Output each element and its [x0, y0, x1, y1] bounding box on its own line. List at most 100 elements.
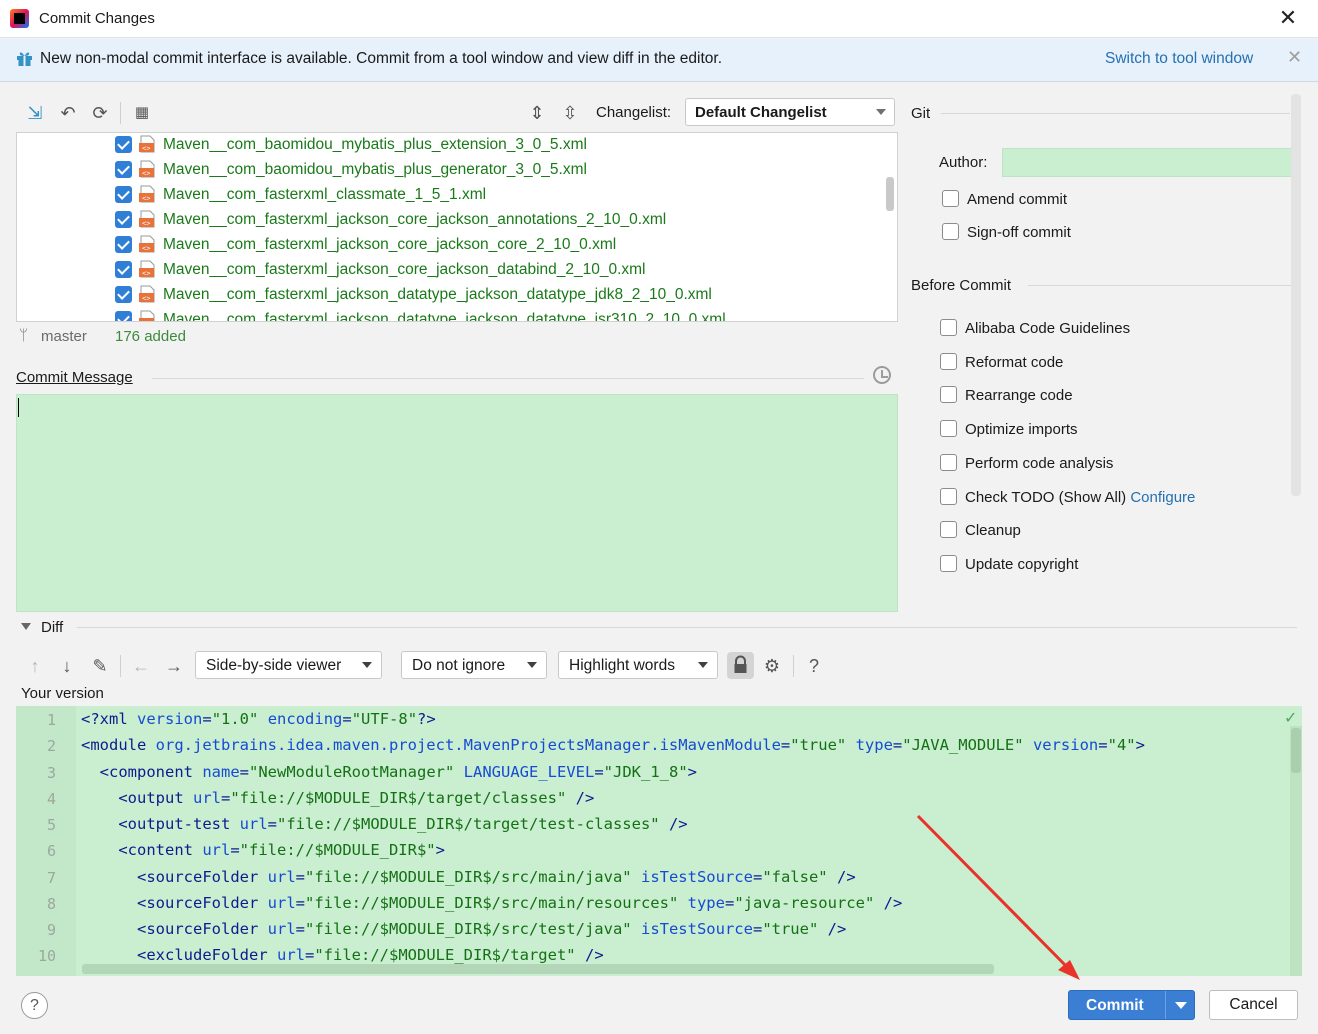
xml-file-icon: <> [139, 285, 155, 303]
lock-scrolling-button[interactable] [727, 652, 754, 679]
rearrange-code-checkbox[interactable] [940, 386, 957, 403]
switch-to-tool-window-link[interactable]: Switch to tool window [1105, 50, 1253, 68]
sign-off-label: Sign-off commit [967, 224, 1071, 241]
lock-icon [734, 655, 747, 673]
previous-difference-icon[interactable]: ↑ [24, 655, 46, 677]
file-checkbox[interactable] [115, 261, 132, 278]
code-line: <output url="file://$MODULE_DIR$/target/… [118, 789, 595, 807]
diff-editor[interactable]: 1 2 3 4 5 6 7 8 9 10 <?xml version="1.0"… [16, 706, 1302, 976]
file-row[interactable]: <> Maven__com_fasterxml_jackson_datatype_… [17, 283, 897, 308]
ignore-policy-dropdown[interactable]: Do not ignore [401, 651, 547, 679]
file-checkbox[interactable] [115, 236, 132, 253]
toolbar-divider [120, 102, 121, 124]
chevron-down-icon [698, 662, 708, 668]
editor-horizontal-scrollbar[interactable] [82, 964, 994, 974]
file-checkbox[interactable] [115, 136, 132, 153]
file-name: Maven__com_baomidou_mybatis_plus_extensi… [163, 136, 587, 153]
configure-link[interactable]: Configure [1130, 489, 1195, 506]
help-button[interactable]: ? [21, 992, 48, 1019]
diff-help-icon[interactable]: ? [803, 655, 825, 677]
editor-vertical-scrollbar[interactable] [1291, 728, 1301, 773]
file-name: Maven__com_fasterxml_jackson_core_jackso… [163, 236, 617, 253]
code-line: <sourceFolder url="file://$MODULE_DIR$/s… [137, 868, 856, 886]
xml-file-icon: <> [139, 235, 155, 253]
check-todo-checkbox[interactable] [940, 488, 957, 505]
previous-file-icon[interactable]: ← [130, 655, 152, 677]
alibaba-guidelines-label: Alibaba Code Guidelines [965, 320, 1131, 337]
tree-scrollbar[interactable] [886, 177, 894, 211]
edit-source-icon[interactable]: ✎ [89, 655, 111, 677]
expand-all-icon[interactable]: ⇕ [526, 102, 548, 124]
intellij-app-icon [10, 9, 29, 28]
optimize-imports-checkbox[interactable] [940, 420, 957, 437]
file-name: Maven__com_fasterxml_jackson_core_jackso… [163, 261, 646, 278]
rollback-icon[interactable]: ↶ [57, 102, 79, 124]
file-checkbox[interactable] [115, 161, 132, 178]
changed-files-tree[interactable]: <> Maven__com_baomidou_mybatis_plus_exten… [16, 132, 898, 322]
update-copyright-checkbox[interactable] [940, 555, 957, 572]
code-line: <excludeFolder url="file://$MODULE_DIR$/… [137, 946, 604, 964]
reformat-code-checkbox[interactable] [940, 353, 957, 370]
settings-gear-icon[interactable]: ⚙ [761, 655, 783, 677]
commit-options-chevron-icon[interactable] [1175, 1002, 1187, 1009]
cancel-button[interactable]: Cancel [1209, 990, 1298, 1020]
xml-file-icon: <> [139, 185, 155, 203]
chevron-down-icon [527, 662, 537, 668]
code-line: <module org.jetbrains.idea.maven.project… [81, 736, 1145, 754]
file-checkbox[interactable] [115, 311, 132, 321]
line-number: 5 [46, 816, 56, 834]
collapse-all-icon[interactable]: ⇳ [559, 102, 581, 124]
file-name: Maven__com_fasterxml_jackson_datatype_ja… [163, 286, 712, 303]
reformat-code-label: Reformat code [965, 354, 1064, 371]
commit-button[interactable]: Commit [1068, 990, 1195, 1020]
file-row[interactable]: <> Maven__com_baomidou_mybatis_plus_gener… [17, 158, 897, 183]
added-count: 176 added [115, 328, 186, 345]
file-checkbox[interactable] [115, 286, 132, 303]
code-analysis-label: Perform code analysis [965, 455, 1114, 472]
alibaba-guidelines-checkbox[interactable] [940, 319, 957, 336]
highlight-mode-dropdown[interactable]: Highlight words [558, 651, 718, 679]
line-number: 1 [46, 711, 56, 729]
viewer-mode-value: Side-by-side viewer [206, 657, 342, 674]
code-line: <?xml version="1.0" encoding="UTF-8"?> [81, 710, 436, 728]
highlight-mode-value: Highlight words [569, 657, 675, 674]
refresh-icon[interactable]: ⟳ [89, 102, 111, 124]
sign-off-checkbox[interactable] [942, 223, 959, 240]
line-number-gutter: 1 2 3 4 5 6 7 8 9 10 [16, 706, 76, 976]
file-row[interactable]: <> Maven__com_fasterxml_jackson_core_jack… [17, 258, 897, 283]
commit-message-input[interactable] [16, 394, 898, 612]
file-row[interactable]: <> Maven__com_fasterxml_classmate_1_5_1.x… [17, 183, 897, 208]
line-number: 6 [46, 842, 56, 860]
file-row[interactable]: <> Maven__com_baomidou_mybatis_plus_exten… [17, 133, 897, 158]
options-scrollbar[interactable] [1291, 94, 1301, 496]
close-icon[interactable]: ✕ [1276, 6, 1300, 30]
window-title: Commit Changes [39, 10, 155, 27]
next-file-icon[interactable]: → [163, 655, 185, 677]
viewer-mode-dropdown[interactable]: Side-by-side viewer [195, 651, 382, 679]
file-checkbox[interactable] [115, 211, 132, 228]
amend-commit-checkbox[interactable] [942, 190, 959, 207]
optimize-imports-label: Optimize imports [965, 421, 1078, 438]
diff-collapse-icon[interactable] [21, 623, 31, 630]
banner-close-icon[interactable]: ✕ [1287, 47, 1302, 68]
file-row[interactable]: <> Maven__com_fasterxml_jackson_core_jack… [17, 233, 897, 258]
annotation-arrow [916, 814, 1080, 980]
file-row[interactable]: <> Maven__com_fasterxml_jackson_core_jack… [17, 208, 897, 233]
changelist-dropdown[interactable]: Default Changelist [685, 98, 895, 126]
svg-text:<>: <> [142, 170, 150, 178]
next-difference-icon[interactable]: ↓ [56, 655, 78, 677]
cleanup-checkbox[interactable] [940, 521, 957, 538]
title-bar: Commit Changes ✕ [0, 0, 1318, 38]
chevron-down-icon [362, 662, 372, 668]
show-diff-icon[interactable]: ⇲ [24, 102, 46, 124]
history-icon[interactable] [873, 366, 891, 384]
file-row[interactable]: <> Maven__com_fasterxml_jackson_datatype_… [17, 308, 897, 321]
group-by-icon[interactable]: ▦ [131, 102, 153, 124]
code-analysis-checkbox[interactable] [940, 454, 957, 471]
line-number: 3 [46, 764, 56, 782]
file-checkbox[interactable] [115, 186, 132, 203]
separator [1028, 285, 1300, 286]
diff-section-title: Diff [41, 619, 64, 636]
author-input[interactable] [1002, 148, 1296, 177]
file-name: Maven__com_fasterxml_jackson_core_jackso… [163, 211, 667, 228]
